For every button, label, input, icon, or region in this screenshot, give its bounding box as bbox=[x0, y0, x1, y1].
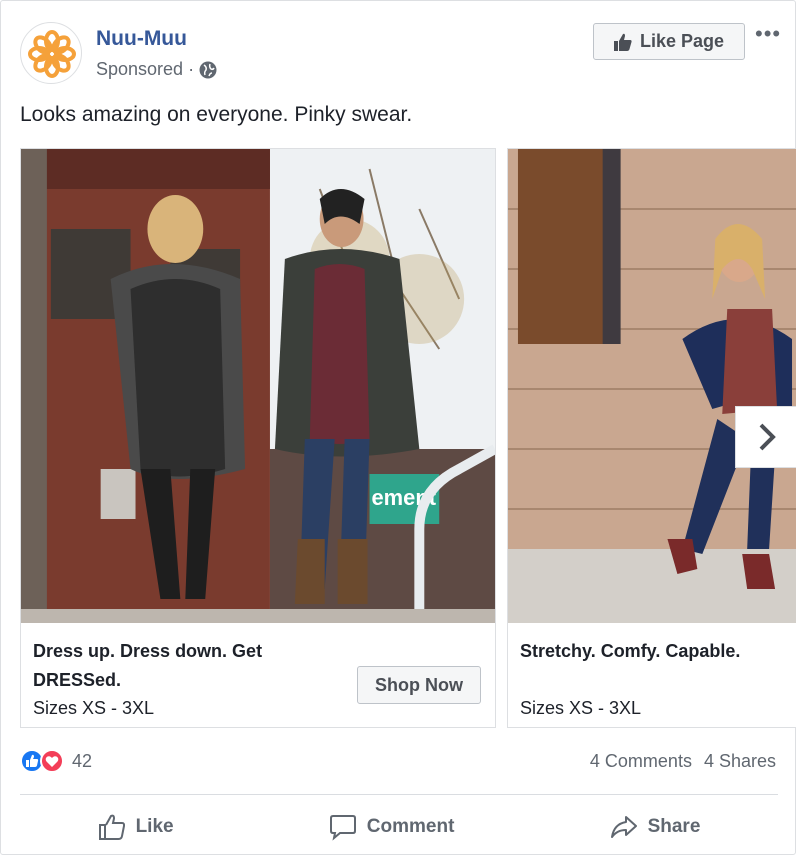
sponsored-label[interactable]: Sponsored bbox=[96, 59, 183, 80]
thumbs-up-icon bbox=[613, 33, 632, 51]
globe-icon bbox=[199, 61, 217, 78]
share-button[interactable]: Share bbox=[610, 813, 701, 841]
carousel-card-1[interactable]: ement Dress up. Dress down. Get DRESSed.… bbox=[20, 148, 496, 728]
actions-divider bbox=[20, 794, 778, 795]
comment-label: Comment bbox=[366, 816, 455, 837]
comment-button[interactable]: Comment bbox=[329, 813, 455, 841]
share-label: Share bbox=[647, 816, 701, 837]
reactions-summary[interactable]: 42 bbox=[20, 749, 92, 773]
share-arrow-icon bbox=[610, 816, 637, 838]
shares-count-link[interactable]: 4 Shares bbox=[704, 751, 776, 772]
like-button[interactable]: Like bbox=[98, 813, 174, 841]
page-name-link[interactable]: Nuu-Muu bbox=[96, 27, 187, 51]
flower-logo-icon bbox=[28, 30, 76, 78]
sponsored-post-card: Nuu-Muu Sponsored · Like Page ••• Looks … bbox=[0, 0, 796, 855]
like-page-label: Like Page bbox=[639, 31, 725, 51]
like-label: Like bbox=[135, 816, 174, 837]
comments-count-link[interactable]: 4 Comments bbox=[590, 751, 692, 772]
post-actions-bar: Like Comment Share bbox=[20, 801, 778, 853]
thumbs-up-outline-icon bbox=[98, 814, 125, 840]
more-options-button[interactable]: ••• bbox=[755, 21, 781, 47]
like-page-button[interactable]: Like Page bbox=[593, 23, 745, 60]
page-avatar[interactable] bbox=[20, 22, 82, 84]
reaction-count: 42 bbox=[72, 750, 93, 771]
carousel-card-2-subtitle: Sizes XS - 3XL bbox=[520, 698, 642, 718]
post-text: Looks amazing on everyone. Pinky swear. bbox=[20, 103, 413, 126]
post-meta: Sponsored · bbox=[96, 59, 217, 80]
carousel-card-1-subtitle: Sizes XS - 3XL bbox=[33, 698, 155, 718]
shop-now-button[interactable]: Shop Now bbox=[357, 666, 481, 704]
comment-bubble-icon bbox=[329, 815, 356, 841]
carousel-card-2-title: Stretchy. Comfy. Capable. bbox=[520, 641, 741, 661]
love-reaction-icon bbox=[40, 749, 64, 773]
carousel-card-1-title: Dress up. Dress down. Get DRESSed. bbox=[33, 641, 263, 690]
carousel-next-button[interactable] bbox=[735, 406, 796, 468]
engagement-stats: 4 Comments 4 Shares bbox=[590, 751, 776, 772]
carousel-photo-1: ement bbox=[21, 149, 495, 623]
chevron-right-icon bbox=[759, 423, 776, 451]
meta-separator: · bbox=[188, 59, 195, 79]
carousel-photo-2 bbox=[508, 149, 796, 623]
